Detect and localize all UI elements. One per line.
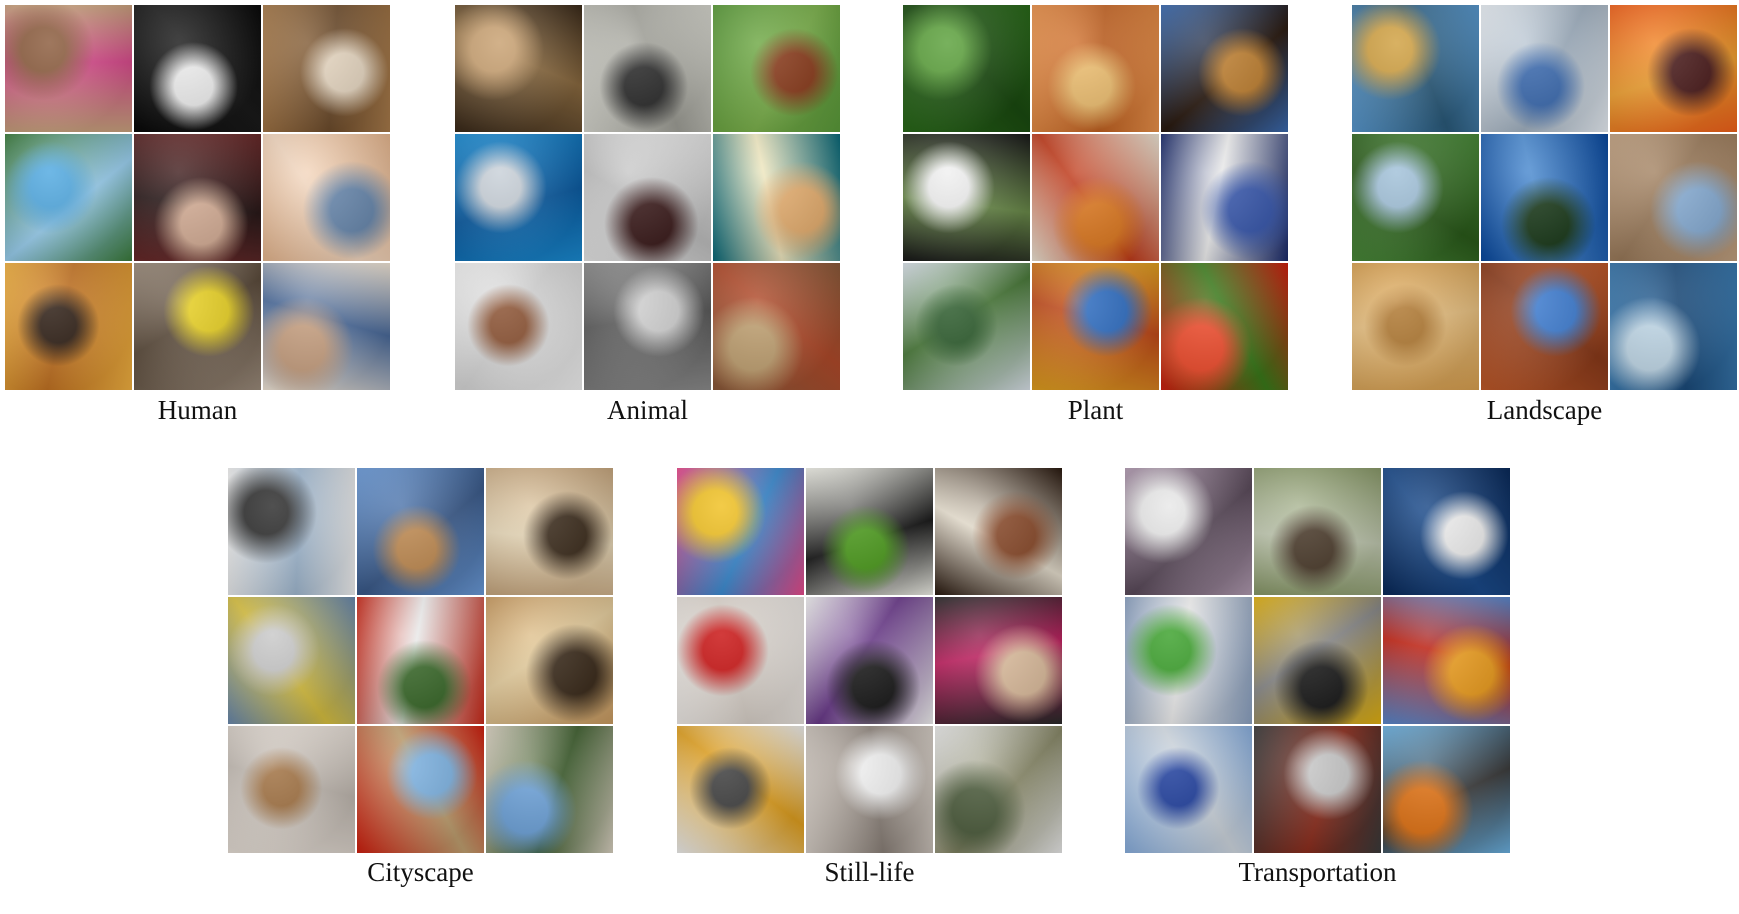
photo-tile-green-hills — [1352, 134, 1479, 261]
photo-tile-apartment-tower — [486, 726, 613, 853]
image-grid — [1352, 5, 1737, 390]
photo-tile-horse-and-rider — [455, 263, 582, 390]
photo-tile-tree-canopy — [903, 263, 1030, 390]
photo-tile-desert-dunes — [1352, 263, 1479, 390]
photo-tile-juicer-and-fruit — [677, 726, 804, 853]
photo-tile-snowy-mountains — [1481, 5, 1608, 132]
photo-tile-yellow-sports-car — [1254, 597, 1381, 724]
photo-tile-ice-cave — [1610, 263, 1737, 390]
photo-tile-red-barn-building — [357, 597, 484, 724]
photo-tile-sunroom-interior — [486, 597, 613, 724]
photo-tile-family-piggyback — [263, 263, 390, 390]
image-grid — [1125, 468, 1510, 853]
category-caption: Animal — [607, 395, 688, 425]
photo-tile-plated-dish — [935, 468, 1062, 595]
photo-tile-speedboat — [1383, 468, 1510, 595]
photo-tile-school-of-fish — [584, 263, 711, 390]
photo-tile-knitted-toys — [677, 468, 804, 595]
photo-tile-table-lamp — [806, 726, 933, 853]
category-caption: Still-life — [824, 857, 915, 887]
category-caption: Human — [157, 395, 238, 425]
image-grid — [903, 5, 1288, 390]
photo-tile-tree-in-sunlight — [1161, 5, 1288, 132]
photo-tile-hot-air-balloons — [1383, 597, 1510, 724]
photo-tile-stadium — [228, 597, 355, 724]
photo-tile-bedroom-interior — [228, 726, 355, 853]
photo-tile-freight-train — [1383, 726, 1510, 853]
photo-tile-wheat-ears — [1032, 5, 1159, 132]
photo-tile-green-tea — [806, 468, 933, 595]
photo-tile-birds-on-branch — [455, 5, 582, 132]
image-grid — [455, 5, 840, 390]
photo-tile-white-walled-house — [228, 468, 355, 595]
category-group-plant — [903, 5, 1288, 390]
photo-tile-white-tulip-bouquet — [903, 134, 1030, 261]
photo-tile-storefront — [486, 468, 613, 595]
photo-tile-motorcycle — [1254, 726, 1381, 853]
photo-tile-autumn-lake — [1032, 263, 1159, 390]
category-caption: Plant — [1067, 395, 1124, 425]
category-group-animal — [455, 5, 840, 390]
photo-tile-blimp — [1125, 597, 1252, 724]
photo-tile-black-hat — [806, 597, 933, 724]
category-caption: Landscape — [1486, 395, 1603, 425]
photo-tile-sleeping-newborn — [263, 5, 390, 132]
photo-tile-red-cliffs — [1481, 263, 1608, 390]
photo-tile-cat-on-zebra-rug — [584, 5, 711, 132]
photo-tile-sunset-sea — [1610, 5, 1737, 132]
photo-tile-modern-building — [357, 468, 484, 595]
photo-tile-ant-on-white — [584, 134, 711, 261]
photo-tile-airplane — [1125, 468, 1252, 595]
category-group-cityscape — [228, 468, 613, 853]
photo-tile-smiling-child — [263, 134, 390, 261]
photo-tile-sea-creature — [713, 134, 840, 261]
photo-tile-tomatoes — [1161, 263, 1288, 390]
category-group-transportation — [1125, 468, 1510, 853]
photo-tile-roller-coaster — [357, 726, 484, 853]
photo-tile-dolphin-underwater — [455, 134, 582, 261]
photo-tile-goalkeeper-kicking — [5, 134, 132, 261]
photo-tile-dog-on-grass — [713, 5, 840, 132]
photo-tile-cosmetics — [935, 597, 1062, 724]
photo-tile-blueberries — [1161, 134, 1288, 261]
category-caption: Transportation — [1238, 857, 1397, 887]
photo-tile-bicycle — [1254, 468, 1381, 595]
category-group-landscape — [1352, 5, 1737, 390]
photo-tile-red-high-heels — [677, 597, 804, 724]
image-grid — [228, 468, 613, 853]
photo-tile-blue-lake — [1481, 134, 1608, 261]
photo-tile-mountain-lake — [1352, 5, 1479, 132]
image-grid — [677, 468, 1062, 853]
image-grid — [5, 5, 390, 390]
category-group-human — [5, 5, 390, 390]
photo-tile-tea-field — [903, 5, 1030, 132]
category-group-still-life — [677, 468, 1062, 853]
photo-tile-dinosaur-figure — [935, 726, 1062, 853]
photo-tile-couple-in-yellow-dress — [134, 263, 261, 390]
photo-tile-couple-at-sunset-beach — [5, 263, 132, 390]
photo-tile-orange-flower-bouquet — [1032, 134, 1159, 261]
photo-tile-dancers-in-white — [134, 5, 261, 132]
photo-tile-toad-on-ground — [713, 263, 840, 390]
photo-tile-party-crowd — [134, 134, 261, 261]
photo-tile-helicopter — [1125, 726, 1252, 853]
photo-tile-dry-plain — [1610, 134, 1737, 261]
category-caption: Cityscape — [367, 857, 474, 887]
photo-tile-smiling-woman-portrait — [5, 5, 132, 132]
